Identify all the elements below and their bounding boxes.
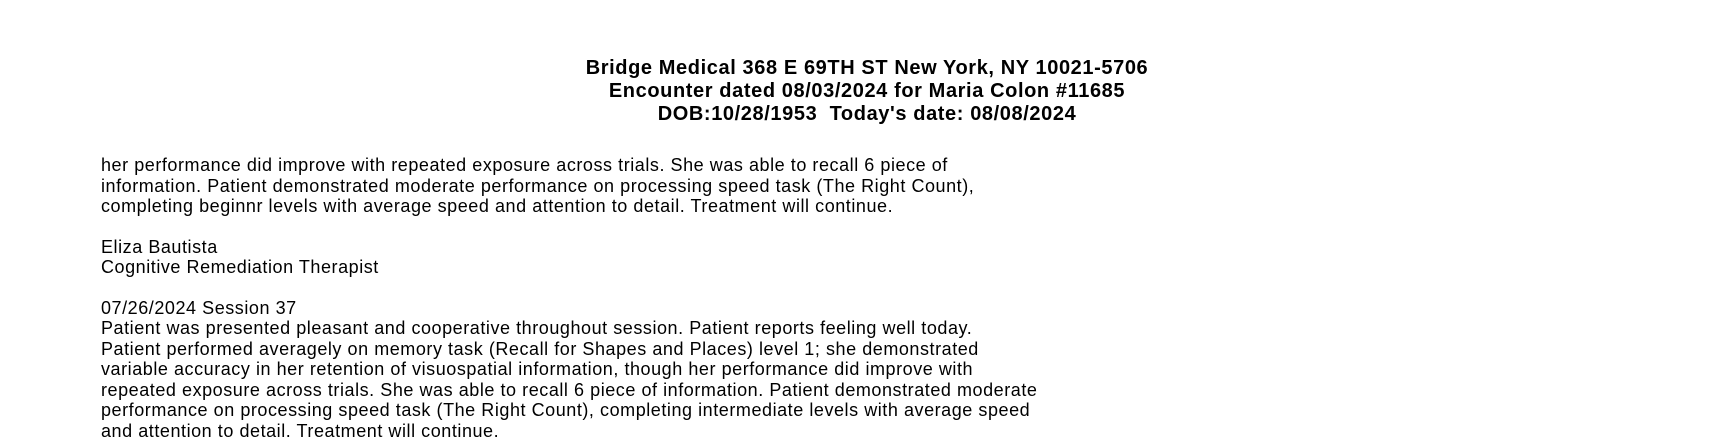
note-line: her performance did improve with repeate… xyxy=(101,155,948,175)
note-line: completing beginnr levels with average s… xyxy=(101,196,894,216)
note-line: information. Patient demonstrated modera… xyxy=(101,175,975,196)
encounter-line: Encounter dated 08/03/2024 for Maria Col… xyxy=(608,80,1126,102)
signature-block: Eliza Bautista Cognitive Remediation The… xyxy=(101,237,1721,278)
session-line: and attention to detail. Treatment will … xyxy=(101,420,500,440)
session-line: Patient performed averagely on memory ta… xyxy=(101,338,979,359)
session-line: Patient was presented pleasant and coope… xyxy=(101,318,973,338)
session-heading: 07/26/2024 Session 37 xyxy=(101,297,297,318)
therapist-title: Cognitive Remediation Therapist xyxy=(101,257,379,277)
document-body: her performance did improve with repeate… xyxy=(101,155,1721,440)
session-line: variable accuracy in her retention of vi… xyxy=(101,359,974,379)
session-line: repeated exposure across trials. She was… xyxy=(101,379,1038,400)
document-page: Bridge Medical 368 E 69TH ST New York, N… xyxy=(0,0,1734,440)
document-header: Bridge Medical 368 E 69TH ST New York, N… xyxy=(0,57,1734,126)
progress-note-continued: her performance did improve with repeate… xyxy=(101,155,1721,217)
therapist-name: Eliza Bautista xyxy=(101,236,218,257)
session-note: 07/26/2024 Session 37 Patient was presen… xyxy=(101,298,1721,440)
session-line: performance on processing speed task (Th… xyxy=(101,400,1031,420)
clinic-address: Bridge Medical 368 E 69TH ST New York, N… xyxy=(585,57,1149,79)
dob-date-line: DOB:10/28/1953 Today's date: 08/08/2024 xyxy=(657,103,1077,125)
